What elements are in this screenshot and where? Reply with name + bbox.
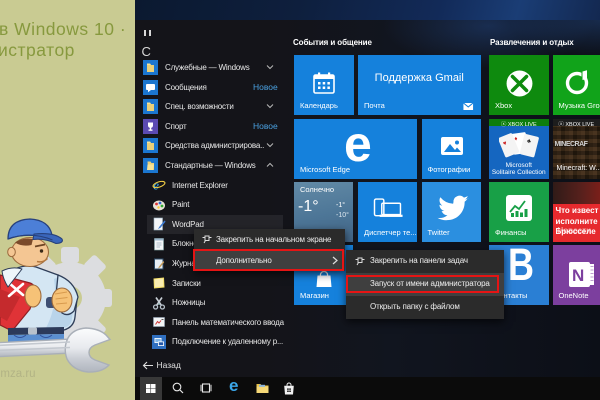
svg-text:e: e — [153, 178, 159, 192]
svg-text:N: N — [572, 266, 584, 285]
